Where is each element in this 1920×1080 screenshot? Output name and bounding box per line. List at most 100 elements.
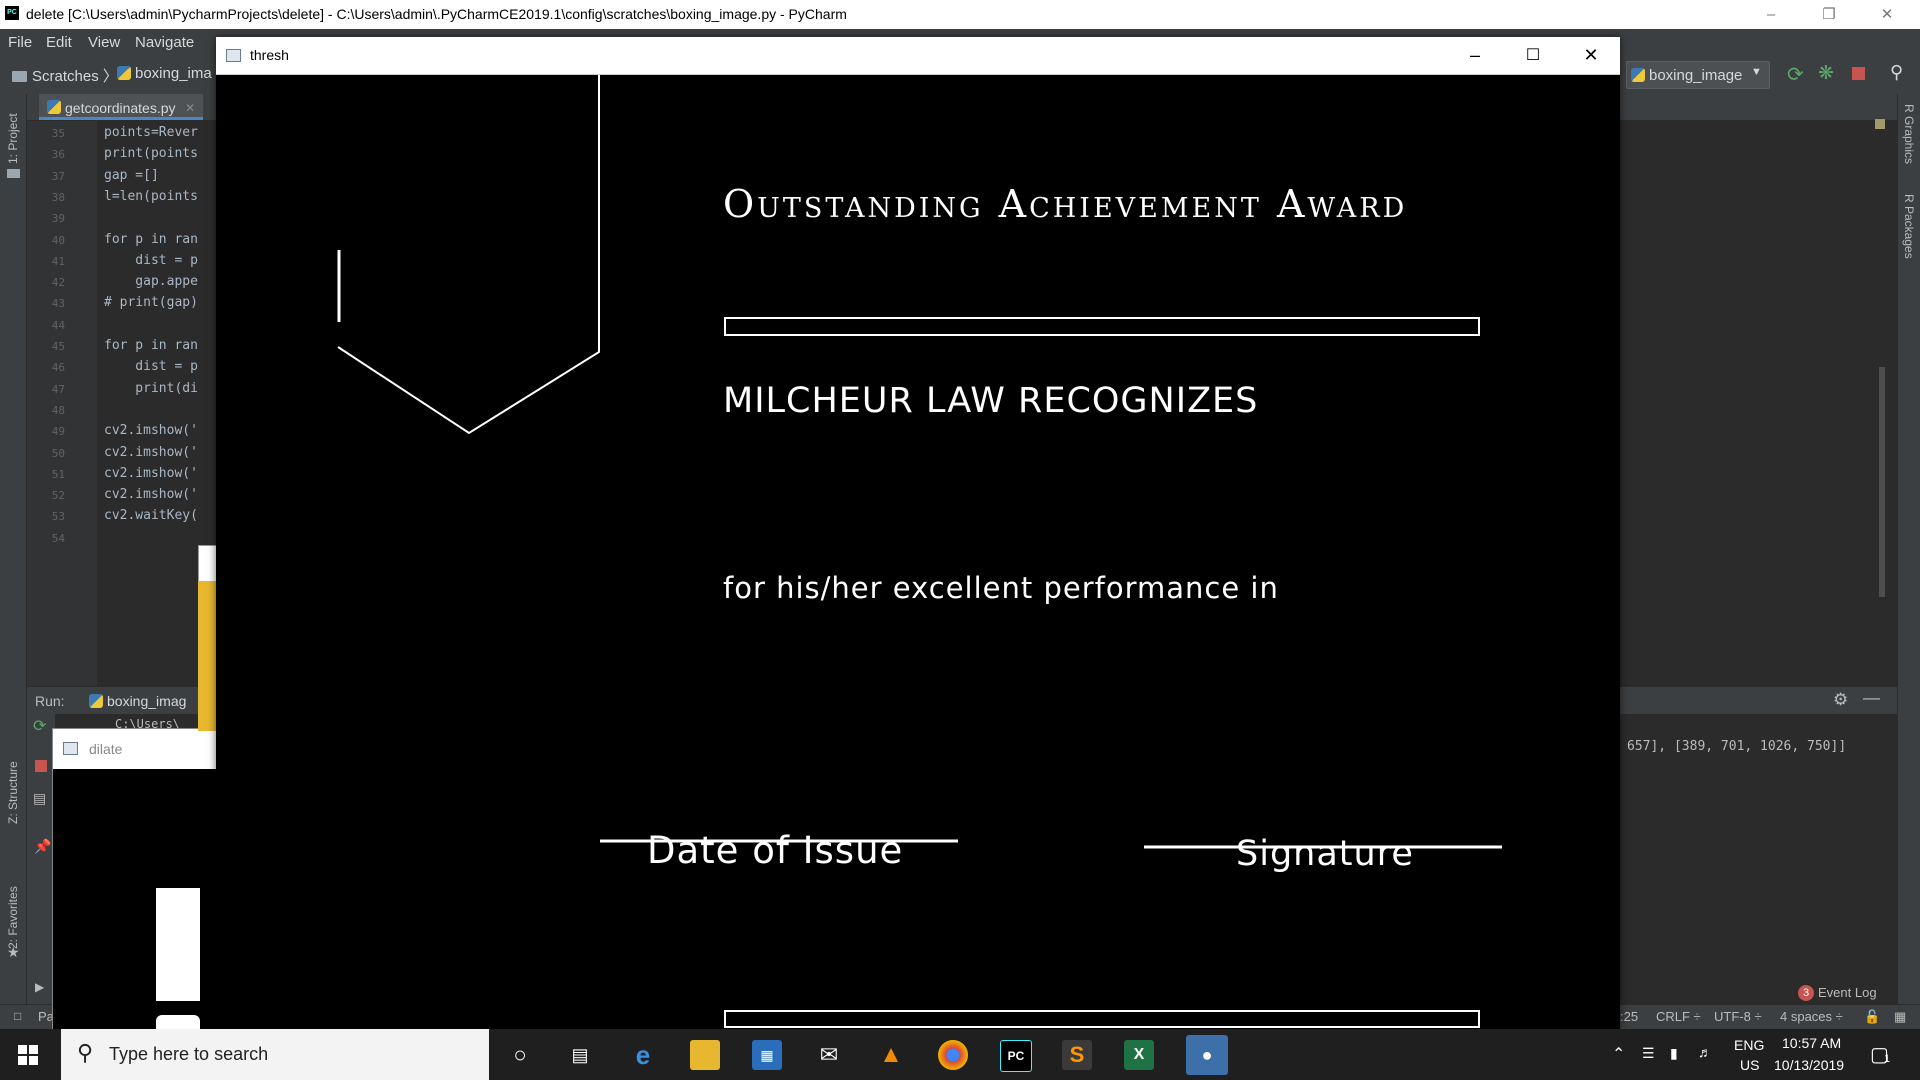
inspection-indicator bbox=[1875, 119, 1885, 129]
tab-close-icon[interactable]: ✕ bbox=[185, 101, 195, 115]
restore-icon[interactable]: ❐ bbox=[1806, 0, 1852, 29]
region-indicator[interactable]: US bbox=[1740, 1057, 1759, 1073]
layout-icon[interactable]: ▤ bbox=[33, 790, 46, 807]
code-line[interactable]: dist = p bbox=[104, 253, 198, 268]
cortana-icon[interactable]: ○ bbox=[505, 1040, 535, 1070]
line-gutter: 35 36 37 38 39 40 41 42 43 44 45 46 47 48 49 50 51 52 53 54 bbox=[27, 121, 97, 686]
vlc-icon[interactable]: ▲ bbox=[876, 1040, 906, 1070]
task-view-icon[interactable]: ▤ bbox=[565, 1040, 595, 1070]
breadcrumb-scratches[interactable]: Scratches 〉 bbox=[12, 65, 118, 86]
menu-edit[interactable]: Edit bbox=[46, 34, 72, 51]
code-line[interactable]: cv2.imshow(' bbox=[104, 445, 198, 460]
breadcrumb-file[interactable]: boxing_ima bbox=[117, 65, 212, 82]
network-icon[interactable]: ☰ bbox=[1642, 1045, 1655, 1062]
code-line[interactable]: gap =[] bbox=[104, 168, 159, 183]
folder-icon bbox=[12, 71, 27, 82]
editor-scrollbar[interactable] bbox=[1879, 367, 1885, 597]
r-graphics-tool-tab[interactable]: R Graphics bbox=[1902, 104, 1916, 164]
play-icon[interactable]: ▶ bbox=[35, 980, 44, 994]
caret-position[interactable]: :25 bbox=[1620, 1009, 1638, 1024]
favorites-tool-tab[interactable]: 2: Favorites bbox=[6, 886, 20, 949]
run-tab-boxing-image[interactable]: boxing_imag bbox=[89, 693, 186, 709]
gear-icon[interactable]: ⚙ bbox=[1833, 690, 1848, 710]
white-blob bbox=[156, 888, 200, 1001]
close-icon[interactable]: ✕ bbox=[1864, 0, 1910, 29]
dilate-window[interactable]: dilate bbox=[52, 728, 234, 1031]
status-panel-icon[interactable]: □ bbox=[14, 1009, 21, 1023]
search-placeholder: Type here to search bbox=[109, 1044, 269, 1064]
hide-panel-icon[interactable]: — bbox=[1863, 688, 1880, 708]
line-number: 44 bbox=[51, 318, 65, 332]
code-line[interactable]: print(points bbox=[104, 146, 198, 161]
white-blob bbox=[156, 1015, 200, 1030]
pycharm-taskbar-icon[interactable]: PC bbox=[1000, 1040, 1032, 1072]
line-number: 45 bbox=[51, 340, 65, 353]
code-line[interactable]: cv2.waitKey( bbox=[104, 508, 198, 523]
structure-tool-tab[interactable]: Z: Structure bbox=[6, 761, 20, 824]
windows-start-icon[interactable] bbox=[18, 1045, 38, 1065]
code-line[interactable]: for p in ran bbox=[104, 232, 198, 247]
indent-setting[interactable]: 4 spaces ÷ bbox=[1780, 1009, 1843, 1024]
code-line[interactable]: # print(gap) bbox=[104, 295, 198, 310]
edge-browser-icon[interactable]: e bbox=[628, 1040, 658, 1070]
pycharm-title-bar[interactable]: PC delete [C:\Users\admin\PycharmProject… bbox=[0, 0, 1920, 29]
line-separator[interactable]: CRLF ÷ bbox=[1656, 1009, 1701, 1024]
code-line[interactable]: dist = p bbox=[104, 359, 198, 374]
python-taskbar-icon[interactable]: ● bbox=[1186, 1035, 1228, 1075]
sublime-text-icon[interactable]: S bbox=[1062, 1040, 1092, 1070]
top-frame-bar bbox=[724, 317, 1480, 336]
minimize-icon[interactable]: – bbox=[1446, 37, 1504, 74]
left-tool-strip: 1: Project Z: Structure 2: Favorites ★ bbox=[0, 94, 27, 1029]
chrome-icon[interactable] bbox=[938, 1040, 968, 1070]
project-tool-tab[interactable]: 1: Project bbox=[6, 113, 20, 164]
menu-navigate[interactable]: Navigate bbox=[135, 34, 194, 51]
tab-getcoordinates[interactable]: getcoordinates.py ✕ bbox=[39, 94, 204, 120]
code-line[interactable]: for p in ran bbox=[104, 338, 198, 353]
thresh-title-bar[interactable]: thresh – ☐ ✕ bbox=[216, 37, 1620, 75]
search-icon[interactable]: ⚲ bbox=[1890, 62, 1903, 83]
store-icon[interactable]: ▦ bbox=[752, 1040, 782, 1070]
volume-icon[interactable]: ♬ bbox=[1698, 1044, 1712, 1060]
code-line[interactable]: cv2.imshow(' bbox=[104, 466, 198, 481]
event-log-button[interactable]: Event Log bbox=[1818, 985, 1877, 1000]
rerun-icon[interactable]: ⟳ bbox=[33, 716, 46, 736]
file-explorer-icon[interactable] bbox=[690, 1040, 720, 1070]
clock-date[interactable]: 10/13/2019 bbox=[1774, 1057, 1844, 1073]
r-packages-tool-tab[interactable]: R Packages bbox=[1902, 194, 1916, 259]
code-line[interactable]: points=Rever bbox=[104, 125, 198, 140]
excel-icon[interactable]: X bbox=[1124, 1040, 1154, 1070]
chevron-down-icon: ▼ bbox=[1751, 66, 1762, 78]
stop-icon[interactable] bbox=[1852, 67, 1865, 80]
run-configuration-dropdown[interactable]: boxing_image ▼ bbox=[1626, 61, 1770, 89]
ribbon-outline bbox=[337, 75, 600, 435]
code-line[interactable]: print(di bbox=[104, 381, 198, 396]
mail-icon[interactable]: ✉ bbox=[814, 1040, 844, 1070]
close-icon[interactable]: ✕ bbox=[1562, 37, 1620, 74]
battery-icon[interactable]: ▮ bbox=[1670, 1045, 1678, 1062]
clock-time[interactable]: 10:57 AM bbox=[1782, 1035, 1841, 1051]
window-icon bbox=[226, 49, 241, 62]
maximize-icon[interactable]: ☐ bbox=[1504, 37, 1562, 74]
taskbar-search-box[interactable]: ⚲ Type here to search bbox=[61, 1029, 489, 1080]
rerun-icon[interactable]: ⟳ bbox=[1787, 62, 1804, 87]
chevron-up-icon[interactable]: ⌃ bbox=[1612, 1044, 1625, 1064]
windows-taskbar: ⚲ Type here to search ○ ▤ e ▦ ✉ ▲ PC S X… bbox=[0, 1029, 1920, 1080]
code-line[interactable]: l=len(points bbox=[104, 189, 198, 204]
debug-bug-icon[interactable]: ❋ bbox=[1818, 62, 1834, 85]
code-line[interactable]: cv2.imshow(' bbox=[104, 423, 198, 438]
line-number: 35 bbox=[51, 127, 65, 140]
code-line[interactable]: gap.appe bbox=[104, 274, 198, 289]
menu-file[interactable]: File bbox=[8, 34, 32, 51]
menu-view[interactable]: View bbox=[88, 34, 120, 51]
thresh-window[interactable]: thresh – ☐ ✕ Outstanding Achievement Awa… bbox=[216, 37, 1620, 1029]
minimize-icon[interactable]: – bbox=[1748, 0, 1794, 29]
code-line[interactable]: cv2.imshow(' bbox=[104, 487, 198, 502]
pin-icon[interactable]: 📌 bbox=[34, 838, 51, 855]
file-encoding[interactable]: UTF-8 ÷ bbox=[1714, 1009, 1762, 1024]
stop-icon[interactable] bbox=[35, 760, 47, 772]
dilate-title-bar[interactable]: dilate bbox=[53, 729, 233, 769]
language-indicator[interactable]: ENG bbox=[1734, 1037, 1764, 1053]
memory-indicator-icon[interactable]: ▦ bbox=[1894, 1009, 1906, 1025]
run-toolbar: ⟳ ▤ 📌 ▶ bbox=[27, 714, 55, 1004]
lock-icon[interactable]: 🔓 bbox=[1864, 1009, 1880, 1025]
